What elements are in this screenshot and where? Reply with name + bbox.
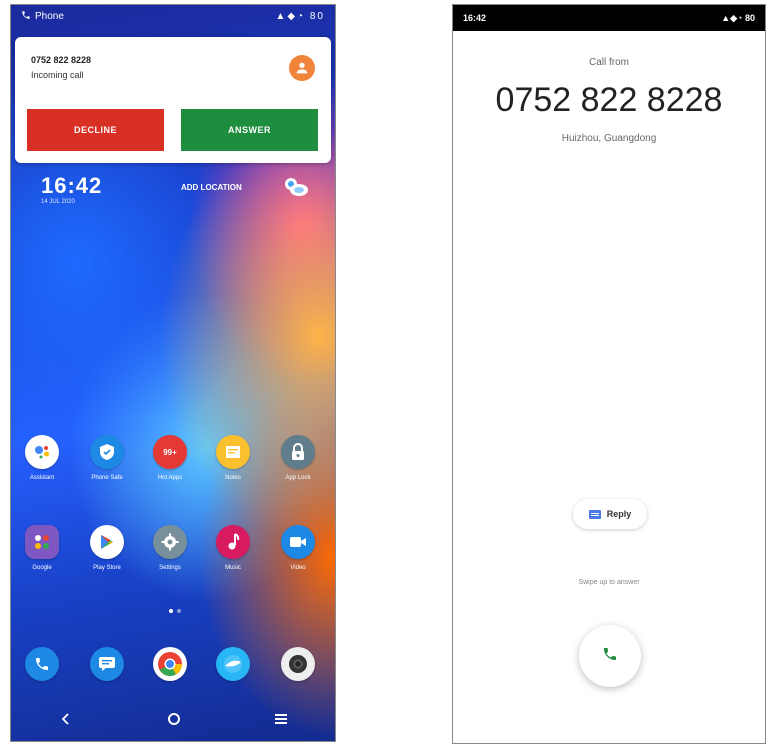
lock-icon: [281, 435, 315, 469]
screenshot-canvas: Phone ▲◆◔ 80 0752 822 8228 Incoming call…: [0, 0, 768, 747]
app-label: Assistant: [29, 475, 55, 481]
status-app: Phone: [21, 10, 64, 23]
answer-button[interactable]: ANSWER: [181, 109, 318, 151]
answer-call-button[interactable]: [579, 625, 641, 687]
call-from-label: Call from: [588, 57, 629, 68]
hot-apps-icon: 99+: [153, 435, 187, 469]
status-indicators: ▲◆◔ 80: [721, 12, 755, 23]
weather-icon[interactable]: [281, 174, 309, 203]
caller-avatar-icon: [289, 55, 315, 81]
app-label: App Lock: [285, 475, 311, 481]
decline-button[interactable]: DECLINE: [27, 109, 164, 151]
video-icon: [281, 525, 315, 559]
status-bar: 16:42 ▲◆◔ 80: [453, 5, 765, 31]
reply-button[interactable]: Reply: [573, 499, 647, 529]
reply-label: Reply: [606, 509, 632, 519]
page-dot: [177, 609, 181, 613]
messages-icon[interactable]: [90, 647, 124, 681]
phone-icon[interactable]: [25, 647, 59, 681]
music-icon: [216, 525, 250, 559]
app-label: Hot Apps: [157, 475, 183, 481]
browser-icon[interactable]: [216, 647, 250, 681]
incoming-call-notification[interactable]: 0752 822 8228 Incoming call DECLINE ANSW…: [15, 37, 331, 163]
shield-icon: [90, 435, 124, 469]
google-folder-icon: [25, 525, 59, 559]
caller-number: 0752 822 8228: [31, 55, 92, 65]
back-icon[interactable]: [59, 712, 73, 726]
caller-location: Huizhou, Guangdong: [561, 133, 657, 144]
page-dot-active: [169, 609, 173, 613]
message-icon: [588, 509, 601, 519]
status-time: 16:42: [463, 13, 487, 23]
page-indicator: [169, 609, 181, 613]
app-label: Play Store: [93, 565, 121, 571]
app-label: Notes: [225, 475, 241, 481]
status-indicators: ▲◆◔ 80: [275, 10, 325, 22]
app-label: Music: [225, 565, 241, 571]
clock-widget-time[interactable]: 16:42: [41, 173, 102, 199]
phone-icon: [602, 646, 618, 667]
clock-widget-date: 14 JUL 2020: [41, 199, 75, 205]
notification-subtitle: Incoming call: [31, 70, 84, 80]
notes-icon: [216, 435, 250, 469]
swipe-hint: Swipe up to answer: [578, 579, 640, 586]
app-label: Settings: [159, 565, 181, 571]
app-label: Phone Safe: [91, 475, 123, 481]
add-location-link[interactable]: ADD LOCATION: [181, 183, 242, 192]
recents-icon[interactable]: [275, 714, 288, 724]
call-icon: [21, 10, 31, 23]
assistant-icon: [25, 435, 59, 469]
camera-icon[interactable]: [281, 647, 315, 681]
play-store-icon: [90, 525, 124, 559]
navigation-bar: [11, 697, 335, 741]
incoming-call-screen: 16:42 ▲◆◔ 80 Call from 0752 822 8228 Hui…: [452, 4, 766, 744]
app-label: Video: [290, 565, 306, 571]
caller-number: 0752 822 8228: [495, 81, 723, 119]
status-bar: Phone ▲◆◔ 80: [11, 5, 335, 27]
app-label: Google: [32, 565, 52, 571]
status-app-name: Phone: [35, 10, 64, 22]
home-screen-phone: Phone ▲◆◔ 80 0752 822 8228 Incoming call…: [10, 4, 336, 742]
chrome-icon[interactable]: [153, 647, 187, 681]
settings-icon: [153, 525, 187, 559]
home-icon[interactable]: [167, 713, 180, 725]
